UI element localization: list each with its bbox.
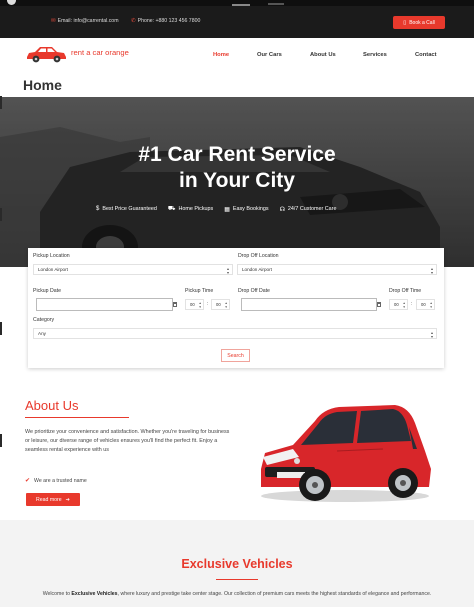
dropoff-time-label: Drop Off Time (389, 288, 422, 294)
exclusive-text-post: , where luxury and prestige take center … (117, 591, 432, 597)
phone-icon: ▯ (403, 19, 407, 26)
exclusive-text-pre: Welcome to (42, 591, 72, 597)
about-underline (25, 417, 129, 418)
trusted-text: We are a trusted name (34, 477, 87, 484)
contact-phone-text: Phone: +880 123 456 7800 (137, 18, 201, 24)
book-call-label: Book a Call (409, 19, 435, 26)
edge-marker (0, 434, 2, 447)
hero-title-line1: #1 Car Rent Service (138, 143, 336, 166)
car-logo-icon (27, 47, 66, 63)
contact-email[interactable]: ✉ Email: info@carrental.com (51, 18, 119, 24)
category-label: Category (33, 317, 55, 323)
time-separator: : (207, 301, 209, 307)
red-car-image (261, 405, 431, 502)
book-call-button[interactable]: ▯ Book a Call (393, 16, 445, 29)
feature-best-price: $ Best Price Guaranteed (96, 205, 157, 213)
trusted-item: ✔ We are a trusted name (25, 477, 87, 485)
pickup-location-value: London Airport (38, 267, 68, 272)
truck-icon: ⛟ (167, 206, 176, 212)
dropoff-minute-value: 00 (421, 302, 426, 307)
dropoff-location-value: London Airport (242, 267, 272, 272)
feature-label: 24/7 Customer Care (287, 206, 337, 212)
select-arrows-icon: ▴ ▾ (199, 301, 201, 309)
select-arrows-icon: ▴ ▾ (226, 266, 229, 275)
hero-title-line2: in Your City (179, 169, 295, 192)
pickup-location-select[interactable]: London Airport ▴ ▾ (33, 264, 233, 275)
nav-item-home[interactable]: Home (213, 52, 229, 58)
feature-label: Easy Bookings (232, 206, 269, 212)
exclusive-underline (216, 579, 258, 580)
about-title: About Us (25, 398, 79, 413)
browser-strip (0, 0, 474, 6)
page-title: Home (23, 77, 62, 93)
dropoff-date-label: Drop Off Date (238, 288, 270, 294)
check-icon: ✔ (25, 478, 31, 484)
select-arrows-icon: ▴ ▾ (430, 266, 433, 275)
nav-item-our-cars[interactable]: Our Cars (257, 52, 282, 58)
feature-label: Best Price Guaranteed (102, 206, 157, 212)
headset-icon: ☊ (279, 206, 285, 213)
calendar-icon: ▦ (224, 206, 230, 213)
select-arrows-icon: ▴ ▾ (430, 330, 433, 339)
pickup-location-label: Pickup Location (33, 253, 70, 259)
read-more-label: Read more (35, 496, 62, 503)
feature-label: Home Pickups (178, 206, 214, 212)
feature-customer-care: ☊ 24/7 Customer Care (280, 205, 337, 213)
nav-item-services[interactable]: Services (363, 52, 387, 58)
dropoff-date-input[interactable] (241, 298, 377, 311)
exclusive-text: Welcome to Exclusive Vehicles, where lux… (22, 590, 452, 599)
category-select[interactable]: Any ▴ ▾ (33, 328, 437, 339)
arrow-right-icon: ➔ (65, 496, 71, 503)
pickup-time-label: Pickup Time (185, 288, 214, 294)
pickup-date-label: Pickup Date (33, 288, 61, 294)
strip-dot (7, 0, 16, 5)
contact-email-text: Email: info@carrental.com (57, 18, 119, 24)
strip-dash (232, 4, 250, 6)
read-more-button[interactable]: Read more ➔ (26, 493, 80, 506)
select-arrows-icon: ▴ ▾ (225, 301, 227, 309)
dropoff-location-label: Drop Off Location (238, 253, 279, 259)
nav-item-contact[interactable]: Contact (415, 52, 437, 58)
phone-icon: ✆ (131, 18, 136, 24)
exclusive-text-bold: Exclusive Vehicles (71, 591, 118, 597)
edge-marker (0, 322, 2, 335)
dropoff-location-select[interactable]: London Airport ▴ ▾ (237, 264, 437, 275)
edge-marker (0, 96, 2, 109)
contact-phone[interactable]: ✆ Phone: +880 123 456 7800 (131, 18, 200, 24)
hero-features: $ Best Price Guaranteed ⛟ Home Pickups ▦… (96, 205, 336, 213)
select-arrows-icon: ▴ ▾ (403, 301, 405, 309)
pickup-minute-select[interactable]: 00 ▴ ▾ (211, 299, 230, 310)
dropoff-minute-select[interactable]: 00 ▴ ▾ (416, 299, 435, 310)
time-separator: : (411, 301, 413, 307)
pickup-date-input[interactable] (36, 298, 173, 311)
select-arrows-icon: ▴ ▾ (430, 301, 432, 309)
category-value: Any (38, 331, 46, 336)
dropoff-hour-value: 00 (394, 302, 399, 307)
logo[interactable]: rent a car orange (25, 44, 129, 64)
pickup-minute-value: 00 (216, 302, 221, 307)
about-text: We prioritize your convenience and satis… (25, 429, 230, 453)
search-button[interactable]: Search (221, 349, 250, 362)
edge-marker (0, 208, 2, 221)
calendar-icon[interactable] (173, 302, 177, 307)
pickup-hour-value: 00 (190, 302, 195, 307)
logo-text: rent a car orange (71, 48, 129, 57)
nav-item-about-us[interactable]: About Us (310, 52, 336, 58)
calendar-icon[interactable] (377, 302, 381, 307)
feature-easy-bookings: ▦ Easy Bookings (224, 205, 268, 213)
pickup-hour-select[interactable]: 00 ▴ ▾ (185, 299, 204, 310)
feature-home-pickups: ⛟ Home Pickups (168, 205, 213, 213)
dropoff-hour-select[interactable]: 00 ▴ ▾ (389, 299, 408, 310)
envelope-icon: ✉ (51, 18, 56, 24)
dollar-icon: $ (96, 206, 100, 212)
exclusive-title: Exclusive Vehicles (181, 557, 293, 571)
strip-dash-2 (268, 3, 284, 5)
